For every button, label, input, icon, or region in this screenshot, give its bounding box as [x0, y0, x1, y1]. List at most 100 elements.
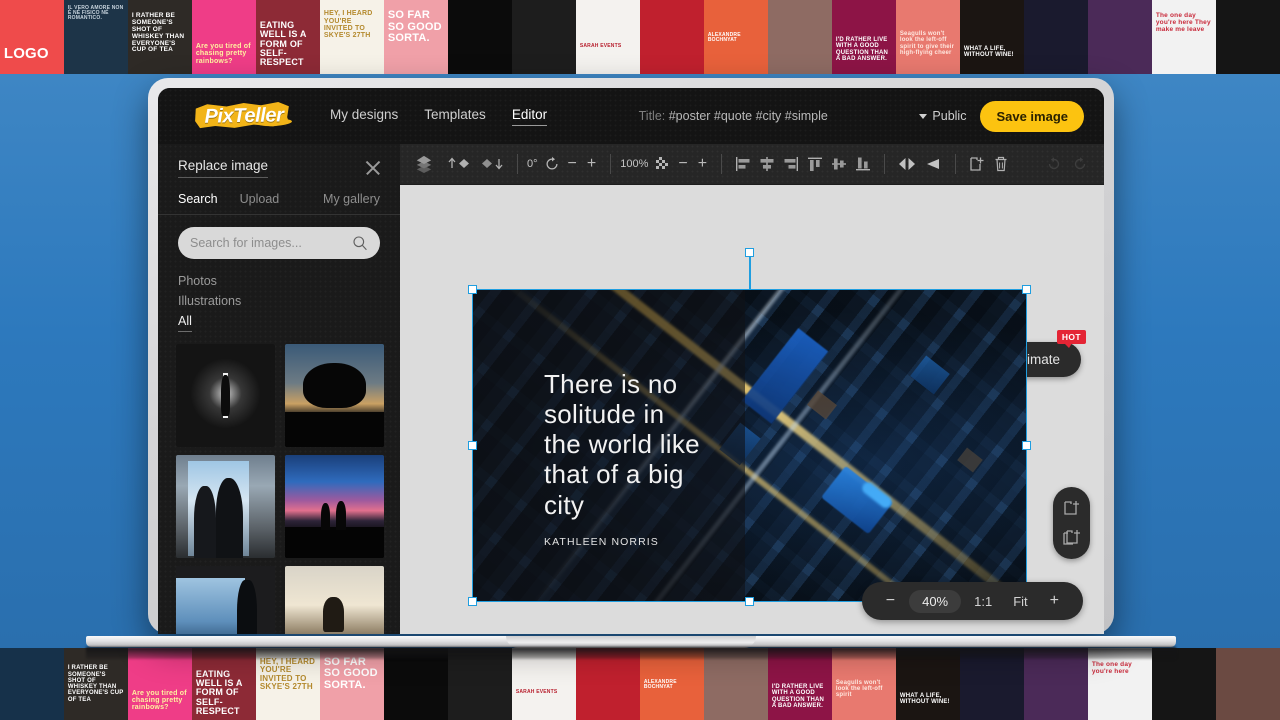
canvas-viewport[interactable]: Animate HOT [400, 185, 1104, 634]
rotation-decrease-button[interactable]: − [563, 156, 582, 172]
vero-amore-poster: IL VERO AMORE NON È NÉ FISICO NÉ ROMANTI… [64, 0, 128, 74]
better-question-poster-b-text: I'D RATHER LIVE WITH A GOOD QUESTION THA… [772, 684, 828, 709]
align-center-horizontal-icon[interactable] [755, 151, 779, 177]
rainbows-poster: Are you tired of chasing pretty rainbows… [192, 0, 256, 74]
nav-my-designs[interactable]: My designs [330, 107, 398, 126]
duplicate-page-icon[interactable] [1062, 528, 1082, 548]
sarah-events-poster-text: SARAH EVENTS [580, 44, 636, 49]
layers-icon[interactable] [412, 151, 436, 177]
thumbnail-couple-silhouette-sky[interactable] [176, 455, 275, 558]
logo-wordmark: PixTeller [196, 102, 292, 130]
resize-handle-middle-right[interactable] [1022, 441, 1031, 450]
zoom-fit-button[interactable]: Fit [1005, 590, 1035, 613]
title-area: Title: #poster #quote #city #simple [547, 109, 919, 123]
app-header: PixTeller My designs Templates Editor Ti… [158, 88, 1104, 144]
align-top-icon[interactable] [803, 151, 827, 177]
filter-illustrations[interactable]: Illustrations [178, 291, 241, 311]
what-a-life-poster-b-text: WHAT A LIFE, WITHOUT WINE! [900, 693, 956, 706]
thumbnail-tree-silhouette-sunset[interactable] [285, 344, 384, 447]
tab-my-gallery[interactable]: My gallery [323, 192, 380, 206]
resize-handle-middle-left[interactable] [468, 441, 477, 450]
rotate-icon[interactable] [541, 151, 563, 177]
header-right: Public Save image [919, 101, 1084, 132]
search-icon[interactable] [352, 235, 368, 251]
add-page-icon[interactable] [1062, 498, 1082, 518]
search-box[interactable] [178, 227, 380, 259]
flip-horizontal-icon[interactable] [894, 151, 920, 177]
undo-icon[interactable] [1042, 151, 1066, 177]
nav-templates[interactable]: Templates [424, 107, 486, 126]
align-bottom-icon[interactable] [851, 151, 875, 177]
save-image-button[interactable]: Save image [980, 101, 1084, 132]
thumbnail-figure-by-blue-window[interactable] [176, 566, 275, 634]
opacity-checker-icon[interactable] [651, 151, 673, 177]
flip-vertical-icon[interactable] [920, 151, 946, 177]
rotation-value: 0° [527, 158, 538, 170]
nav-editor[interactable]: Editor [512, 107, 547, 126]
zoom-in-button[interactable]: + [1041, 590, 1068, 612]
document-title-label: Title: [639, 109, 666, 123]
whiskey-poster-b-text: I RATHER BE SOMEONE'S SHOT OF WHISKEY TH… [68, 665, 124, 703]
opacity-decrease-button[interactable]: − [673, 156, 692, 172]
logo-poster: LOGO [0, 0, 64, 74]
eating-well-poster-b-text: EATING WELL IS A FORM OF SELF-RESPECT [196, 670, 252, 717]
what-a-life-poster: WHAT A LIFE, WITHOUT WINE! [960, 0, 1024, 74]
rotation-stem [749, 253, 751, 290]
panel-title: Replace image [178, 158, 268, 178]
rotation-handle[interactable] [745, 248, 754, 257]
vero-amore-poster-text: IL VERO AMORE NON È NÉ FISICO NÉ ROMANTI… [68, 6, 124, 22]
zoom-bar: − 40% 1:1 Fit + [862, 582, 1083, 620]
bird-quote-poster-b-text: Seagulls won't look the left-off spirit [836, 680, 892, 699]
so-far-so-good-poster: SO FAR SO GOOD SORTA. [384, 0, 448, 74]
thumbnail-silhouette-in-doorway[interactable] [176, 344, 275, 447]
trash-icon[interactable] [989, 151, 1013, 177]
send-backward-icon[interactable] [476, 151, 508, 177]
panel-header: Replace image [158, 144, 400, 186]
align-right-icon[interactable] [779, 151, 803, 177]
better-question-poster: I'D RATHER LIVE WITH A GOOD QUESTION THA… [832, 0, 896, 74]
alexander-poster-text: ALEXANDRE BOCHNYAT [708, 33, 764, 44]
better-question-poster-text: I'D RATHER LIVE WITH A GOOD QUESTION THA… [836, 37, 892, 62]
visibility-label: Public [932, 109, 966, 123]
laptop-base [86, 632, 1176, 658]
filter-photos[interactable]: Photos [178, 271, 217, 291]
align-middle-vertical-icon[interactable] [827, 151, 851, 177]
opacity-increase-button[interactable]: + [693, 156, 712, 172]
thumbnail-person-on-bench-sunset[interactable] [285, 566, 384, 634]
alexander-poster: ALEXANDRE BOCHNYAT [704, 0, 768, 74]
zoom-actual-size-button[interactable]: 1:1 [966, 590, 1000, 613]
image-source-tabs: Search Upload My gallery [158, 186, 400, 215]
bring-forward-icon[interactable] [444, 151, 476, 177]
zoom-level[interactable]: 40% [909, 590, 961, 613]
visibility-dropdown[interactable]: Public [919, 109, 966, 123]
pixteller-logo[interactable]: PixTeller [192, 99, 292, 133]
red-text-poster [640, 0, 704, 74]
redo-icon[interactable] [1068, 151, 1092, 177]
search-input[interactable] [190, 236, 352, 250]
sarah-events-poster-b-text: SARAH EVENTS [516, 690, 572, 695]
selected-object[interactable]: There is no solitude in the world like t… [473, 290, 1026, 601]
one-day-poster: The one day you're here They make me lea… [1152, 0, 1216, 74]
close-icon[interactable] [364, 159, 382, 177]
resize-handle-top-left[interactable] [468, 285, 477, 294]
tab-search[interactable]: Search [178, 192, 218, 206]
rotation-increase-button[interactable]: + [582, 156, 601, 172]
thumbnail-two-people-pink-dusk[interactable] [285, 455, 384, 558]
document-title[interactable]: Title: #poster #quote #city #simple [639, 109, 828, 123]
canvas-area: 0° − + 100% [400, 144, 1104, 634]
resize-handle-top-right[interactable] [1022, 285, 1031, 294]
image-filter-list: Photos Illustrations All [158, 269, 400, 340]
resize-handle-bottom-center[interactable] [745, 597, 754, 606]
align-left-icon[interactable] [731, 151, 755, 177]
rainbows-poster-b-text: Are you tired of chasing pretty rainbows… [132, 690, 188, 712]
woman-photo-poster-b [1216, 648, 1280, 720]
camera-poster [1216, 0, 1280, 74]
duplicate-icon[interactable] [965, 151, 989, 177]
resize-handle-bottom-left[interactable] [468, 597, 477, 606]
girl-portrait-poster [768, 0, 832, 74]
so-far-so-good-poster-b-text: SO FAR SO GOOD SORTA. [324, 657, 380, 692]
filter-all[interactable]: All [178, 311, 192, 332]
tab-upload[interactable]: Upload [240, 192, 280, 206]
eating-well-poster-text: EATING WELL IS A FORM OF SELF-RESPECT [260, 21, 316, 68]
zoom-out-button[interactable]: − [877, 590, 904, 612]
